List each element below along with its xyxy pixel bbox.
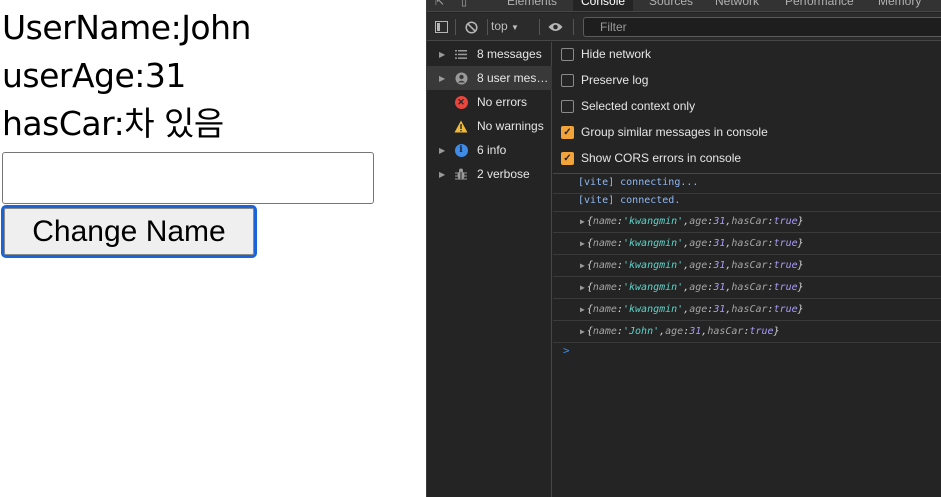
option-group-similar[interactable]: ✓ Group similar messages in console (561, 120, 768, 144)
expand-triangle-icon[interactable]: ▶ (580, 283, 585, 292)
sidebar-item-label: No warnings (477, 119, 544, 133)
inspect-element-icon[interactable]: ⇱ (435, 0, 447, 9)
sidebar-item-errors[interactable]: ✕ No errors (427, 90, 552, 114)
name-input[interactable] (2, 152, 374, 204)
tab-elements[interactable]: Elements (507, 0, 557, 8)
devtools-panel: ⇱ ▯ Elements Console Sources Network Per… (426, 0, 941, 497)
info-icon: i (454, 143, 468, 157)
toolbar-divider (487, 19, 488, 35)
app-page: UserName:John userAge:31 hasCar:차 있음 Cha… (0, 0, 426, 497)
toolbar-divider (573, 19, 574, 35)
console-prompt[interactable]: > (563, 344, 570, 357)
tab-console[interactable]: Console (573, 0, 634, 11)
console-toolbar: top ▼ (427, 13, 941, 41)
context-select[interactable]: top ▼ (491, 19, 519, 35)
sidebar-item-label: 6 info (477, 143, 507, 157)
console-object-log[interactable]: ▶{name: 'kwangmin', age: 31, hasCar: tru… (553, 233, 941, 255)
expand-triangle-icon[interactable]: ▶ (580, 327, 585, 336)
filter-input[interactable] (583, 17, 941, 37)
eye-icon[interactable] (547, 19, 563, 35)
toolbar-divider (455, 19, 456, 35)
option-label: Group similar messages in console (581, 125, 768, 139)
checkbox-unchecked[interactable] (561, 99, 574, 113)
checkbox-checked-icon[interactable]: ✓ (561, 151, 574, 165)
sidebar-item-info[interactable]: ▶ i 6 info (427, 138, 552, 162)
expand-triangle-icon[interactable]: ▶ (580, 239, 585, 248)
tab-performance[interactable]: Performance (785, 0, 854, 8)
user-icon (454, 71, 468, 85)
has-car-text: hasCar:차 있음 (2, 104, 224, 143)
option-label: Hide network (581, 47, 652, 61)
user-age-text: userAge:31 (2, 56, 186, 95)
tab-memory[interactable]: Memory (878, 0, 921, 8)
sidebar-toggle-icon[interactable] (433, 19, 449, 35)
clear-console-icon[interactable] (463, 19, 479, 35)
expand-triangle-icon: ▶ (439, 169, 446, 179)
checkbox-unchecked[interactable] (561, 73, 574, 87)
checkbox-unchecked[interactable] (561, 47, 574, 61)
toolbar-divider (539, 19, 540, 35)
warning-icon (454, 119, 468, 133)
error-icon: ✕ (454, 95, 468, 109)
option-hide-network[interactable]: Hide network (561, 42, 651, 66)
sidebar-item-verbose[interactable]: ▶ 2 verbose (427, 162, 552, 186)
sidebar-item-warnings[interactable]: No warnings (427, 114, 552, 138)
console-object-log[interactable]: ▶{name: 'kwangmin', age: 31, hasCar: tru… (553, 277, 941, 299)
list-icon (454, 47, 468, 61)
console-log-line: [vite] connected. (553, 190, 941, 212)
username-text: UserName:John (2, 8, 251, 47)
expand-triangle-icon[interactable]: ▶ (580, 305, 585, 314)
sidebar-item-messages[interactable]: ▶ 8 messages (427, 42, 552, 66)
context-select-label: top (491, 19, 508, 33)
sidebar-item-label: No errors (477, 95, 528, 109)
console-object-log[interactable]: ▶{name: 'John', age: 31, hasCar: true} (553, 321, 941, 343)
sidebar-item-label: 8 messages (477, 47, 542, 61)
devtools-tab-bar: ⇱ ▯ Elements Console Sources Network Per… (427, 0, 941, 12)
option-label: Show CORS errors in console (581, 151, 742, 165)
sidebar-item-label: 8 user mes… (477, 71, 549, 85)
expand-triangle-icon[interactable]: ▶ (580, 217, 585, 226)
sidebar-item-user-messages[interactable]: ▶ 8 user mes… (427, 66, 552, 90)
tab-sources[interactable]: Sources (649, 0, 693, 8)
change-name-button[interactable]: Change Name (1, 205, 257, 258)
tab-network[interactable]: Network (715, 0, 759, 8)
expand-triangle-icon: ▶ (439, 73, 446, 83)
expand-triangle-icon: ▶ (439, 49, 446, 59)
console-object-log[interactable]: ▶{name: 'kwangmin', age: 31, hasCar: tru… (553, 211, 941, 233)
device-toolbar-icon[interactable]: ▯ (461, 0, 473, 9)
console-sidebar: ▶ 8 messages ▶ 8 user mes… ✕ No errors N… (427, 42, 552, 497)
log-text: [vite] connected. (578, 195, 681, 206)
log-text: [vite] connecting... (578, 177, 699, 188)
expand-triangle-icon[interactable]: ▶ (580, 261, 585, 270)
expand-triangle-icon: ▶ (439, 145, 446, 155)
chevron-down-icon: ▼ (511, 23, 519, 32)
option-label: Selected context only (581, 99, 696, 113)
option-preserve-log[interactable]: Preserve log (561, 68, 648, 92)
console-object-log[interactable]: ▶{name: 'kwangmin', age: 31, hasCar: tru… (553, 255, 941, 277)
checkbox-checked-icon[interactable]: ✓ (561, 125, 574, 139)
bug-icon (454, 167, 468, 181)
option-selected-context-only[interactable]: Selected context only (561, 94, 695, 118)
console-main: Hide network Preserve log Selected conte… (553, 42, 941, 497)
option-show-cors-errors[interactable]: ✓ Show CORS errors in console (561, 146, 741, 170)
sidebar-item-label: 2 verbose (477, 167, 530, 181)
console-object-log[interactable]: ▶{name: 'kwangmin', age: 31, hasCar: tru… (553, 299, 941, 321)
option-label: Preserve log (581, 73, 649, 87)
